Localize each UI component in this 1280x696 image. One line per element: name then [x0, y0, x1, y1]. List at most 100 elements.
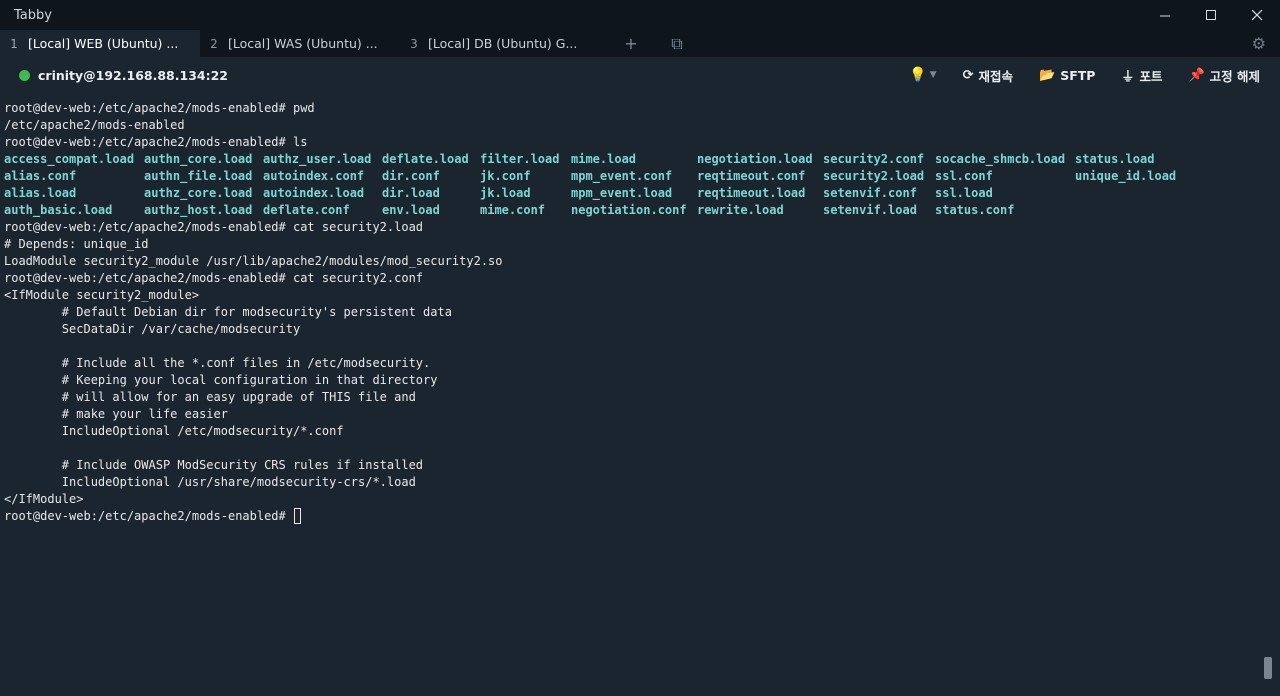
terminal-line: root@dev-web:/etc/apache2/mods-enabled# … [4, 135, 308, 149]
terminal-scrollbar[interactable] [1264, 657, 1272, 679]
chevron-down-icon: ▼ [929, 70, 937, 80]
tab-actions: + ⧉ [608, 30, 700, 57]
ls-entry: authz_host.load [144, 203, 253, 217]
close-icon[interactable] [1234, 0, 1280, 30]
connection-actions: 💡 ▼ ⟳ 재접속 📂 SFTP ⏚ 포트 📌 고정 해제 [883, 57, 1260, 93]
ls-entry: autoindex.load [263, 186, 365, 200]
ls-entry: ssl.conf [935, 169, 993, 183]
terminal-line: # Keeping your local configuration in th… [4, 373, 438, 387]
new-tab-icon[interactable]: + [608, 34, 654, 53]
terminal-line: IncludeOptional /usr/share/modsecurity-c… [4, 475, 416, 489]
ls-entry [1075, 202, 1195, 219]
ls-entry: negotiation.load [697, 152, 813, 166]
tab-db[interactable]: 3 [Local] DB (Ubuntu) G... [400, 30, 600, 57]
terminal-line: root@dev-web:/etc/apache2/mods-enabled# … [4, 271, 424, 285]
ls-entry: status.conf [935, 203, 1015, 217]
ls-entry: jk.conf [480, 169, 531, 183]
ls-entry: authn_file.load [144, 169, 253, 183]
ls-entry: autoindex.conf [263, 169, 365, 183]
terminal-line: /etc/apache2/mods-enabled [4, 118, 185, 132]
ls-output: access_compat.load authn_core.load authz_u… [4, 151, 1262, 219]
ls-entry: alias.conf [4, 169, 77, 183]
maximize-icon[interactable] [1188, 0, 1234, 30]
ls-entry: deflate.load [382, 152, 469, 166]
title-bar: Tabby [0, 0, 1280, 30]
reconnect-button[interactable]: ⟳ 재접속 [963, 66, 1013, 85]
ls-entry: jk.load [480, 186, 531, 200]
prompt-text: root@dev-web:/etc/apache2/mods-enabled# [4, 509, 293, 523]
tab-number: 1 [10, 36, 18, 51]
ls-entry: negotiation.conf [571, 203, 687, 217]
terminal-line: # make your life easier [4, 407, 228, 421]
terminal-line: # Default Debian dir for modsecurity's p… [4, 305, 452, 319]
ls-row: auth_basic.load authz_host.load deflate.co… [4, 202, 1262, 219]
ls-entry: mpm_event.load [571, 186, 673, 200]
ls-entry: dir.load [382, 186, 440, 200]
ls-row: alias.conf authn_file.load autoindex.conf d… [4, 168, 1262, 185]
ls-entry [1075, 185, 1195, 202]
profile-button[interactable]: 💡 ▼ [909, 67, 936, 83]
sftp-button[interactable]: 📂 SFTP [1039, 68, 1095, 83]
tab-web[interactable]: 1 [Local] WEB (Ubuntu) ... [0, 30, 200, 57]
plug-icon: ⏚ [1121, 69, 1135, 85]
ls-entry: rewrite.load [697, 203, 784, 217]
terminal-lines-before: root@dev-web:/etc/apache2/mods-enabled# … [4, 100, 1262, 151]
minimize-icon[interactable] [1142, 0, 1188, 30]
ls-entry: status.load [1075, 152, 1155, 166]
settings-gear-icon[interactable]: ⚙ [1252, 34, 1266, 53]
split-icon[interactable]: ⧉ [654, 34, 700, 54]
terminal-line: # Include OWASP ModSecurity CRS rules if… [4, 458, 424, 472]
sftp-label: SFTP [1060, 67, 1096, 83]
ls-entry: unique_id.load [1075, 169, 1177, 183]
tab-number: 2 [210, 36, 218, 51]
ls-entry: alias.load [4, 186, 77, 200]
ports-label: 포트 [1139, 68, 1163, 84]
ls-entry: setenvif.conf [823, 186, 917, 200]
terminal-line: LoadModule security2_module /usr/lib/apa… [4, 254, 503, 268]
tab-number: 3 [410, 36, 418, 51]
ls-entry: authn_core.load [144, 152, 253, 166]
tab-label: [Local] WAS (Ubuntu) ... [228, 36, 378, 51]
terminal-lines-after: root@dev-web:/etc/apache2/mods-enabled# … [4, 219, 1262, 508]
lightbulb-icon: 💡 [909, 67, 927, 83]
terminal-line: root@dev-web:/etc/apache2/mods-enabled# … [4, 101, 315, 115]
tab-label: [Local] WEB (Ubuntu) ... [28, 36, 179, 51]
terminal-line: IncludeOptional /etc/modsecurity/*.conf [4, 424, 344, 438]
terminal-line: # will allow for an easy upgrade of THIS… [4, 390, 416, 404]
ls-entry: socache_shmcb.load [935, 152, 1066, 166]
connection-bar: crinity@192.168.88.134:22 💡 ▼ ⟳ 재접속 📂 SF… [0, 57, 1280, 93]
ls-entry: deflate.conf [263, 203, 350, 217]
terminal-line: # Depends: unique_id [4, 237, 149, 251]
ls-entry: reqtimeout.load [697, 186, 806, 200]
terminal-line: SecDataDir /var/cache/modsecurity [4, 322, 301, 336]
connection-host: crinity@192.168.88.134:22 [38, 67, 228, 83]
reconnect-label: 재접속 [978, 68, 1013, 84]
ls-entry: dir.conf [382, 169, 440, 183]
unpin-button[interactable]: 📌 고정 해제 [1188, 66, 1260, 85]
terminal-line: # Include all the *.conf files in /etc/m… [4, 356, 431, 370]
ls-entry: auth_basic.load [4, 203, 113, 217]
ports-button[interactable]: ⏚ 포트 [1121, 66, 1162, 85]
ls-entry: security2.conf [823, 152, 925, 166]
terminal-output[interactable]: root@dev-web:/etc/apache2/mods-enabled# … [0, 100, 1262, 690]
ls-row: alias.load authz_core.load autoindex.load d… [4, 185, 1262, 202]
window-controls [1142, 0, 1280, 30]
terminal-line: <IfModule security2_module> [4, 288, 200, 302]
tab-was[interactable]: 2 [Local] WAS (Ubuntu) ... [200, 30, 400, 57]
tab-label: [Local] DB (Ubuntu) G... [428, 36, 578, 51]
ls-entry: security2.load [823, 169, 925, 183]
ls-entry: access_compat.load [4, 152, 135, 166]
terminal-cursor [293, 508, 301, 524]
terminal-line: root@dev-web:/etc/apache2/mods-enabled# … [4, 220, 424, 234]
terminal-prompt-line: root@dev-web:/etc/apache2/mods-enabled# [4, 508, 1262, 525]
ls-row: access_compat.load authn_core.load authz_u… [4, 151, 1262, 168]
ls-entry: authz_core.load [144, 186, 253, 200]
ls-entry: setenvif.load [823, 203, 917, 217]
ls-entry: reqtimeout.conf [697, 169, 806, 183]
ls-entry: mpm_event.conf [571, 169, 673, 183]
folder-icon: 📂 [1039, 67, 1056, 83]
ls-entry: env.load [382, 203, 440, 217]
ls-entry: mime.conf [480, 203, 546, 217]
